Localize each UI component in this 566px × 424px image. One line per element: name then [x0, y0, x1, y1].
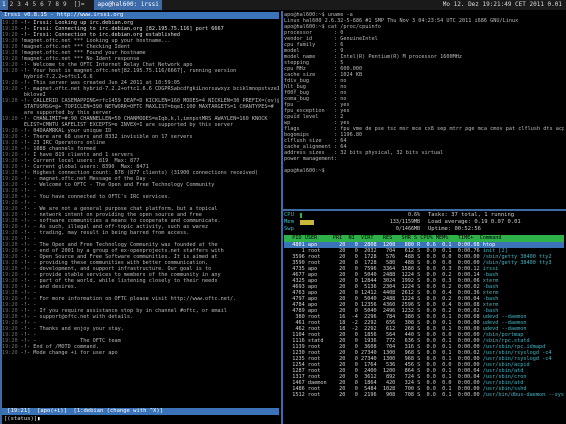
mem-meter: Mem 133/1159MB [284, 219, 420, 226]
tag-8[interactable]: 8 [53, 0, 61, 10]
mem-meter-fill [300, 220, 315, 225]
cursor: ▮ [37, 416, 41, 422]
pane-divider-vertical[interactable] [281, 11, 283, 424]
terminal-htop[interactable]: CPU 0.6% Mem 133/1159MB Swp 0/1466MB Tas… [284, 212, 564, 424]
cpu-meter-fill [300, 213, 303, 218]
swap-meter: Swp 0/1466MB [284, 226, 420, 233]
swap-meter-value: 0/1466MB [395, 226, 420, 232]
window-title[interactable]: apo@hal600: irssi [94, 0, 162, 10]
tag-5[interactable]: 5 [31, 0, 39, 10]
tag-3[interactable]: 3 [15, 0, 23, 10]
tag-9[interactable]: 9 [61, 0, 69, 10]
message-text: -!- - For more information on OFTC pleas… [17, 296, 237, 302]
irssi-input-line[interactable]: [(status)]▮ [2, 415, 279, 423]
tag-1[interactable]: 1 [0, 0, 8, 10]
cpu-meter-label: CPU [284, 212, 294, 218]
process-command: /usr/bin/dbus-daemon --system [482, 392, 564, 398]
irssi-input-prompt: [(status)] [4, 416, 38, 422]
swap-meter-label: Swp [284, 226, 294, 232]
pane-divider-horizontal[interactable] [283, 209, 566, 211]
htop-uptime: Uptime: 00:52:56 [428, 226, 481, 232]
process-stats: 1512 root 20 0 2196 908 708 S 0.0 0.1 0:… [286, 392, 483, 398]
terminal-cpuinfo[interactable]: apo@hal600:~$ uname -a Linux hal600 2.6.3… [284, 12, 564, 208]
htop-tasks: Tasks: 37 total, 1 running [428, 212, 515, 218]
process-row[interactable]: 1512 root 20 0 2196 908 708 S 0.0 0.1 0:… [284, 392, 564, 398]
htop-summary: Tasks: 37 total, 1 running Load average:… [420, 212, 521, 233]
tag-list: 123456789 [0, 0, 69, 10]
tag-6[interactable]: 6 [38, 0, 46, 10]
message-timestamp: 19:20 [2, 350, 18, 356]
cpu-meter: CPU 0.6% [284, 212, 420, 219]
htop-column-header[interactable]: PID USER PRI NI VIRT RES SHR S CPU% MEM%… [284, 235, 564, 242]
mem-meter-label: Mem [284, 219, 294, 225]
terminal-line: apo@hal600:~$ [284, 168, 328, 174]
irssi-status-bar: [19:21] [apo(+i)] [1:debian (change with… [2, 408, 279, 415]
message-text: -!- - Welcome to OFTC - The Open and Fre… [17, 182, 215, 188]
htop-meters: CPU 0.6% Mem 133/1159MB Swp 0/1466MB [284, 212, 420, 233]
irssi-message-log: 19:20 -!- Irssi: Looking up irc.debian.o… [2, 20, 279, 408]
layout-symbol[interactable]: []= [72, 0, 87, 10]
mem-meter-value: 133/1159MB [389, 219, 420, 225]
message-text: -!- Mode change +i for user apo [17, 350, 118, 356]
message-text: -!- - You have connected to OFTC's IRC s… [17, 194, 171, 200]
cpu-meter-value: 0.6% [407, 212, 420, 218]
tag-7[interactable]: 7 [46, 0, 54, 10]
tag-4[interactable]: 4 [23, 0, 31, 10]
status-clock: Mo 12. Dez 19:21:49 CET 2011 0.01 [442, 1, 562, 8]
htop-load: Load average: 0.19 0.07 0.01 [428, 219, 521, 225]
tag-2[interactable]: 2 [8, 0, 16, 10]
window-manager-bar: 123456789 []= apo@hal600: irssi Mo 12. D… [0, 0, 566, 10]
irssi-title-bar: Irssi v0.8.15 - http://www.irssi.org [2, 12, 279, 19]
message-text: -!- - trading, may result in being barre… [17, 230, 190, 236]
irssi-message: 19:20 -!- Mode change +i for user apo [2, 350, 279, 356]
message-text: -!- magnet.oftc.net hybrid-7.2.2+oftc1.6… [17, 86, 279, 92]
htop-process-list[interactable]: 4801 apo 20 0 2808 1208 880 R 0.6 0.1 0:… [284, 242, 564, 398]
